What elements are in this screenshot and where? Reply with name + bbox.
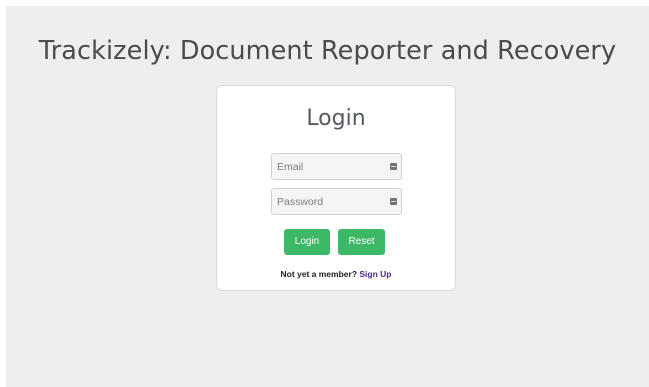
signup-prompt: Not yet a member? Sign Up <box>217 269 455 279</box>
login-heading: Login <box>306 106 366 131</box>
reset-button[interactable]: Reset <box>338 229 385 255</box>
app-title: Trackizely: Document Reporter and Recove… <box>38 36 617 66</box>
page-background: Trackizely: Document Reporter and Recove… <box>6 6 649 387</box>
email-field-wrapper <box>271 153 402 180</box>
key-icon <box>390 198 397 205</box>
password-input[interactable] <box>272 189 401 214</box>
login-button[interactable]: Login <box>284 229 330 255</box>
password-field-wrapper <box>271 188 402 215</box>
signup-link[interactable]: Sign Up <box>359 269 391 279</box>
member-prompt-text: Not yet a member? <box>280 269 358 279</box>
key-icon <box>390 163 397 170</box>
login-card: Login Login Reset Not yet a member? Sign… <box>216 85 456 291</box>
email-input[interactable] <box>272 154 401 179</box>
